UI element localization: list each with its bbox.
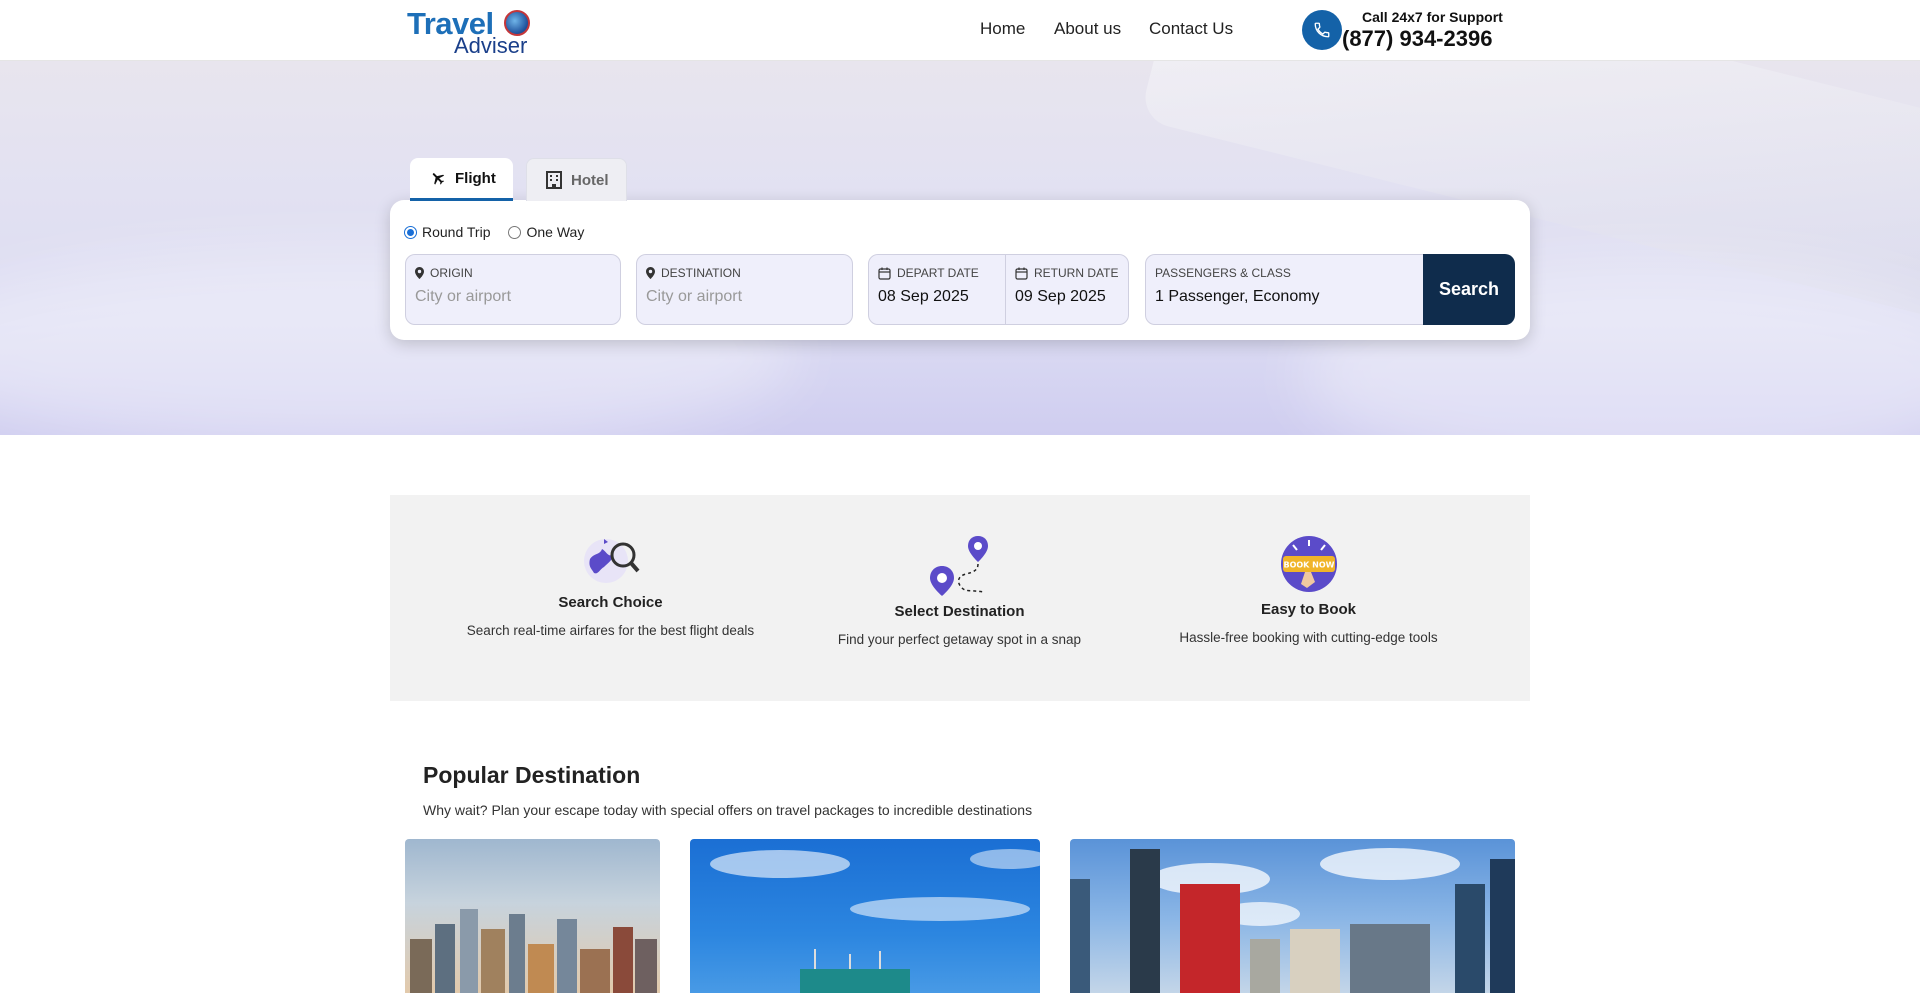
map-pin-icon (646, 267, 655, 279)
destination-label: DESTINATION (661, 266, 741, 280)
destination-input[interactable]: City or airport (646, 288, 742, 306)
one-way-label[interactable]: One Way (526, 224, 584, 240)
passengers-class-value[interactable]: 1 Passenger, Economy (1155, 288, 1320, 306)
book-now-icon: BOOK NOW (1279, 536, 1339, 597)
depart-date-label: DEPART DATE (897, 266, 979, 280)
popular-destination-subtitle: Why wait? Plan your escape today with sp… (423, 802, 1033, 818)
passengers-class-field[interactable]: PASSENGERS & CLASS 1 Passenger, Economy (1145, 254, 1425, 325)
book-now-icon-text: BOOK NOW (1283, 561, 1334, 570)
feature-title: Easy to Book (1260, 601, 1357, 618)
city-skyline-image (1070, 848, 1515, 993)
nav-contact-link[interactable]: Contact Us (1149, 19, 1233, 39)
origin-label: ORIGIN (430, 266, 473, 280)
round-trip-label[interactable]: Round Trip (422, 224, 490, 240)
tab-hotel[interactable]: Hotel (526, 158, 627, 201)
map-pin-icon (415, 267, 424, 279)
feature-title: Search Choice (558, 594, 663, 611)
feature-description: Hassle-free booking with cutting-edge to… (1179, 630, 1438, 645)
phone-icon[interactable] (1302, 10, 1342, 50)
destination-card[interactable] (1070, 839, 1515, 993)
tab-hotel-label: Hotel (571, 171, 609, 189)
one-way-radio[interactable] (508, 225, 522, 239)
airplane-icon (430, 170, 446, 186)
passengers-class-label: PASSENGERS & CLASS (1155, 266, 1291, 280)
destination-card[interactable] (405, 839, 660, 993)
city-building-image (710, 849, 1040, 993)
site-header: Travel Adviser Home About us Contact Us … (0, 0, 1920, 61)
logo-text-adviser: Adviser (454, 33, 528, 58)
feature-description: Search real-time airfares for the best f… (466, 623, 755, 638)
support-phone-number[interactable]: (877) 934-2396 (1342, 26, 1492, 52)
nav-about-link[interactable]: About us (1054, 19, 1121, 39)
map-pins-icon (928, 536, 992, 601)
round-trip-radio[interactable] (404, 225, 417, 239)
travel-adviser-logo[interactable]: Travel Adviser (407, 6, 532, 58)
search-button[interactable]: Search (1423, 254, 1515, 325)
return-date-label: RETURN DATE (1034, 266, 1119, 280)
popular-destination-title: Popular Destination (423, 762, 641, 788)
nav-home-link[interactable]: Home (980, 19, 1025, 39)
calendar-icon (878, 267, 891, 280)
globe-search-icon (582, 535, 640, 590)
destination-field[interactable]: DESTINATION City or airport (636, 254, 853, 325)
calendar-icon (1015, 267, 1028, 280)
depart-date-field[interactable]: DEPART DATE 08 Sep 2025 (868, 254, 1006, 325)
feature-title: Select Destination (894, 603, 1025, 620)
tab-flight[interactable]: Flight (410, 158, 513, 201)
destination-card[interactable] (690, 839, 1040, 993)
building-icon (546, 171, 562, 189)
tab-flight-label: Flight (455, 169, 496, 187)
trip-type-group: Round Trip One Way (404, 224, 602, 240)
city-skyline-image (410, 909, 657, 993)
origin-input[interactable]: City or airport (415, 288, 511, 306)
depart-date-value[interactable]: 08 Sep 2025 (878, 288, 969, 306)
support-label: Call 24x7 for Support (1362, 9, 1503, 25)
origin-field[interactable]: ORIGIN City or airport (405, 254, 621, 325)
feature-description: Find your perfect getaway spot in a snap (837, 632, 1082, 647)
return-date-field[interactable]: RETURN DATE 09 Sep 2025 (1005, 254, 1129, 325)
return-date-value[interactable]: 09 Sep 2025 (1015, 288, 1106, 306)
flight-search-form: Round Trip One Way ORIGIN City or airpor… (390, 200, 1530, 340)
